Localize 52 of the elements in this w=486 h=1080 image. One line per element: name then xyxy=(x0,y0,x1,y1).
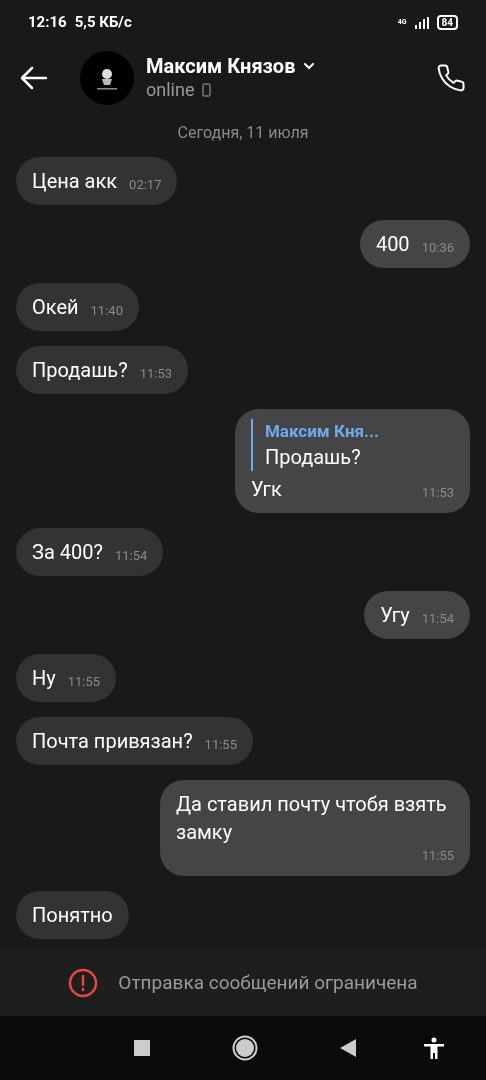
message-text: Почта привязан? xyxy=(32,728,193,755)
chevron-down-icon[interactable] xyxy=(303,62,316,70)
home-icon[interactable] xyxy=(232,1035,258,1061)
incoming-message-bubble[interactable]: Цена акк 02:17 xyxy=(16,157,178,205)
incoming-message-bubble[interactable]: Понятно xyxy=(16,891,129,939)
network-speed: 5,5 КБ/с xyxy=(74,12,132,34)
back-icon[interactable] xyxy=(340,1039,356,1057)
signal-icon xyxy=(414,16,429,29)
incoming-message-bubble[interactable]: Продашь? 11:53 xyxy=(16,346,189,394)
message-time: 11:55 xyxy=(420,847,454,865)
call-icon[interactable] xyxy=(436,63,466,93)
message-time: 11:53 xyxy=(420,484,454,502)
quoted-message[interactable]: Максим Кня... Продашь? xyxy=(250,419,454,471)
outgoing-message-bubble[interactable]: 400 10:36 xyxy=(359,220,470,268)
incoming-message-bubble[interactable]: Ну 11:55 xyxy=(16,654,117,702)
message-time: 02:17 xyxy=(128,176,162,194)
message-time: 10:36 xyxy=(420,239,454,257)
online-status: online xyxy=(146,78,195,102)
date-label: Сегодня, 11 июля xyxy=(177,123,309,142)
message-time: 11:40 xyxy=(89,302,123,320)
accessibility-icon[interactable] xyxy=(424,1037,444,1059)
message-text: Продашь? xyxy=(32,357,128,384)
contact-name[interactable]: Максим Князов xyxy=(146,54,296,78)
message-text: Угу xyxy=(380,602,410,629)
incoming-message-bubble[interactable]: За 400? 11:54 xyxy=(16,528,164,576)
incoming-message-bubble[interactable]: Окей 11:40 xyxy=(16,283,139,331)
outgoing-message-bubble[interactable]: Да ставил почту чтобя взять замку 11:55 xyxy=(160,780,470,876)
outgoing-message-bubble[interactable]: Угу 11:54 xyxy=(364,591,470,639)
alert-icon xyxy=(68,968,99,998)
message-time: 11:55 xyxy=(66,673,101,691)
restriction-text: Отправка сообщений ограничена xyxy=(118,969,418,996)
message-text: Окей xyxy=(32,294,79,321)
quoted-author: Максим Кня... xyxy=(264,420,380,443)
message-time: 11:55 xyxy=(203,736,237,754)
message-text: Ну xyxy=(32,665,56,692)
message-time: 11:53 xyxy=(138,365,173,383)
message-text: Да ставил почту чтобя взять замку xyxy=(176,791,448,846)
quoted-text: Продашь? xyxy=(264,444,362,471)
avatar[interactable] xyxy=(80,51,134,105)
message-time: 11:54 xyxy=(420,610,454,628)
phone-device-icon xyxy=(202,83,212,97)
incoming-message-bubble[interactable]: Почта привязан? 11:55 xyxy=(16,717,253,765)
message-time: 11:54 xyxy=(113,547,148,565)
message-text: 400 xyxy=(375,231,410,258)
outgoing-message-bubble[interactable]: Максим Кня... Продашь? Угк 11:53 xyxy=(234,409,470,513)
message-text: Цена акк xyxy=(32,168,118,195)
back-arrow-icon[interactable] xyxy=(20,66,48,90)
message-text: Угк xyxy=(250,476,282,503)
status-time: 12:16 xyxy=(28,12,67,34)
message-text: За 400? xyxy=(32,539,103,566)
battery-icon: 84 xyxy=(436,15,458,30)
message-text: Понятно xyxy=(32,902,113,929)
